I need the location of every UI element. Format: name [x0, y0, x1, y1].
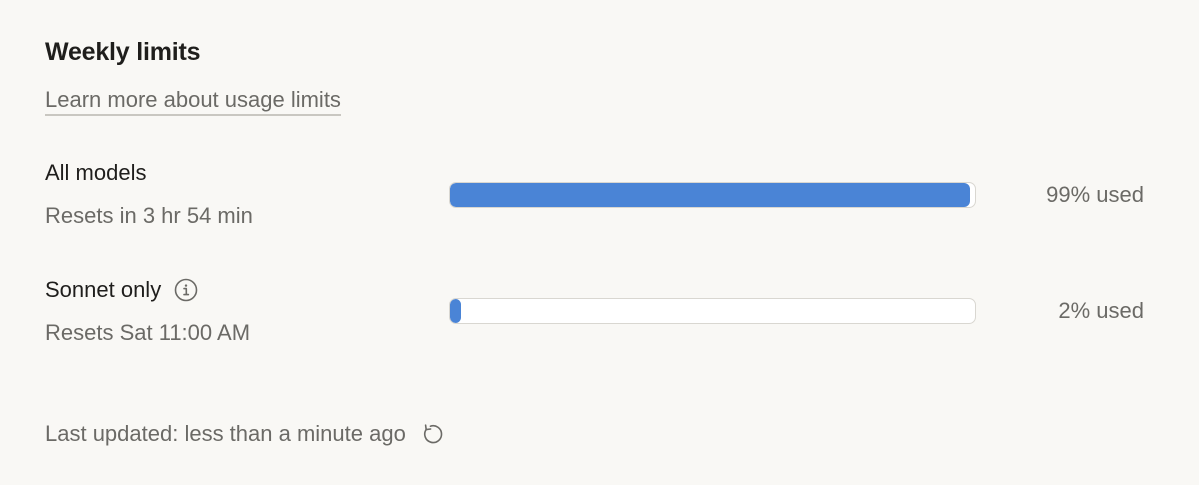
limit-name: Sonnet only	[45, 276, 198, 304]
usage-percent-label: 99% used	[1046, 182, 1144, 207]
refresh-icon[interactable]	[419, 421, 445, 447]
last-updated-text: Last updated: less than a minute ago	[45, 421, 406, 446]
limit-row-all-models: All models Resets in 3 hr 54 min 99% use…	[0, 155, 1199, 245]
limit-name-label: Sonnet only	[45, 277, 162, 302]
section-title: Weekly limits	[45, 38, 201, 66]
usage-progress-fill	[450, 299, 461, 323]
limit-reset-text: Resets Sat 11:00 AM	[45, 320, 251, 345]
usage-progress-bar	[449, 182, 976, 208]
weekly-limits-panel: Weekly limits Learn more about usage lim…	[0, 0, 1199, 485]
learn-more-link[interactable]: Learn more about usage limits	[45, 87, 341, 116]
info-circle-icon[interactable]	[174, 278, 198, 302]
usage-percent-label: 2% used	[1058, 298, 1144, 323]
usage-progress-fill	[450, 183, 970, 207]
limit-row-sonnet-only: Sonnet only Resets Sat 11:00 AM 2% used	[0, 272, 1199, 362]
limit-name: All models	[45, 159, 146, 187]
limit-name-label: All models	[45, 160, 147, 185]
last-updated-footer: Last updated: less than a minute ago	[45, 420, 445, 448]
limit-reset-text: Resets in 3 hr 54 min	[45, 203, 253, 228]
usage-progress-bar	[449, 298, 976, 324]
